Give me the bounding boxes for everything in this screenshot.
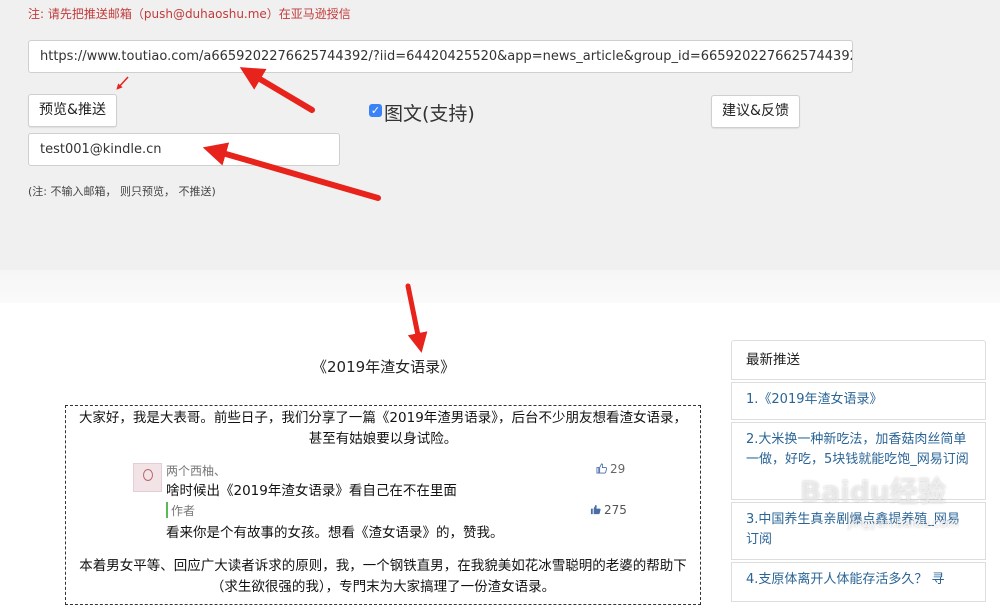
latest-push-heading: 最新推送 bbox=[731, 340, 986, 380]
baidu-watermark-url: jingyan.baidu.com bbox=[848, 516, 959, 530]
avatar-figure-icon bbox=[143, 469, 153, 481]
reply-like-count: 275 bbox=[590, 503, 627, 517]
reply-indicator bbox=[166, 502, 168, 518]
baidu-watermark: Baidu经验 bbox=[800, 475, 946, 508]
email-hint: (注: 不输入邮箱， 则只预览， 不推送) bbox=[28, 185, 216, 198]
article-url-input[interactable]: https://www.toutiao.com/a665920227662574… bbox=[28, 40, 853, 73]
rich-text-checkbox[interactable]: ✓ bbox=[369, 104, 382, 117]
article-paragraph-2: 本着男女平等、回应广大读者诉求的原则，我，一个钢铁直男，在我貌美如花冰雪聪明的老… bbox=[79, 558, 687, 595]
commenter-avatar bbox=[133, 463, 162, 492]
comment-text: 啥时候出《2019年渣女语录》看自己在不在里面 bbox=[166, 483, 457, 499]
thumbs-up-icon bbox=[596, 463, 607, 474]
comment-like-count: 29 bbox=[596, 462, 625, 476]
article-title: 《2019年渣女语录》 bbox=[312, 358, 456, 376]
commenter-name: 两个西柚、 bbox=[166, 464, 227, 478]
article-body: 大家好，我是大表哥。前些日子，我们分享了一篇《2019年渣男语录》，后台不少朋友… bbox=[65, 405, 701, 605]
feedback-button[interactable]: 建议&反馈 bbox=[711, 95, 800, 128]
latest-push-item[interactable]: 4.支原体离开人体能存活多久？ 寻 bbox=[731, 562, 986, 602]
comment-like-value: 29 bbox=[610, 462, 626, 476]
reply-author: 作者 bbox=[171, 504, 196, 518]
thumbs-up-filled-icon bbox=[590, 504, 601, 515]
reply-text: 看来你是个有故事的女孩。想看《渣女语录》的，赞我。 bbox=[166, 525, 504, 541]
email-input[interactable]: test001@kindle.cn bbox=[28, 133, 340, 166]
reply-like-value: 275 bbox=[604, 503, 627, 517]
section-divider bbox=[0, 270, 1000, 303]
latest-push-item[interactable]: 1.《2019年渣女语录》 bbox=[731, 382, 986, 420]
rich-text-label: 图文(支持) bbox=[384, 103, 475, 125]
kindle-auth-note: 注: 请先把推送邮箱（push@duhaoshu.me）在亚马逊授信 bbox=[28, 7, 351, 21]
preview-push-button[interactable]: 预览&推送 bbox=[28, 94, 117, 127]
article-paragraph-1: 大家好，我是大表哥。前些日子，我们分享了一篇《2019年渣男语录》，后台不少朋友… bbox=[78, 410, 688, 447]
latest-push-item[interactable]: 3.中国养生真亲剧爆点鑫提养殖_网易订阅 bbox=[731, 502, 986, 560]
